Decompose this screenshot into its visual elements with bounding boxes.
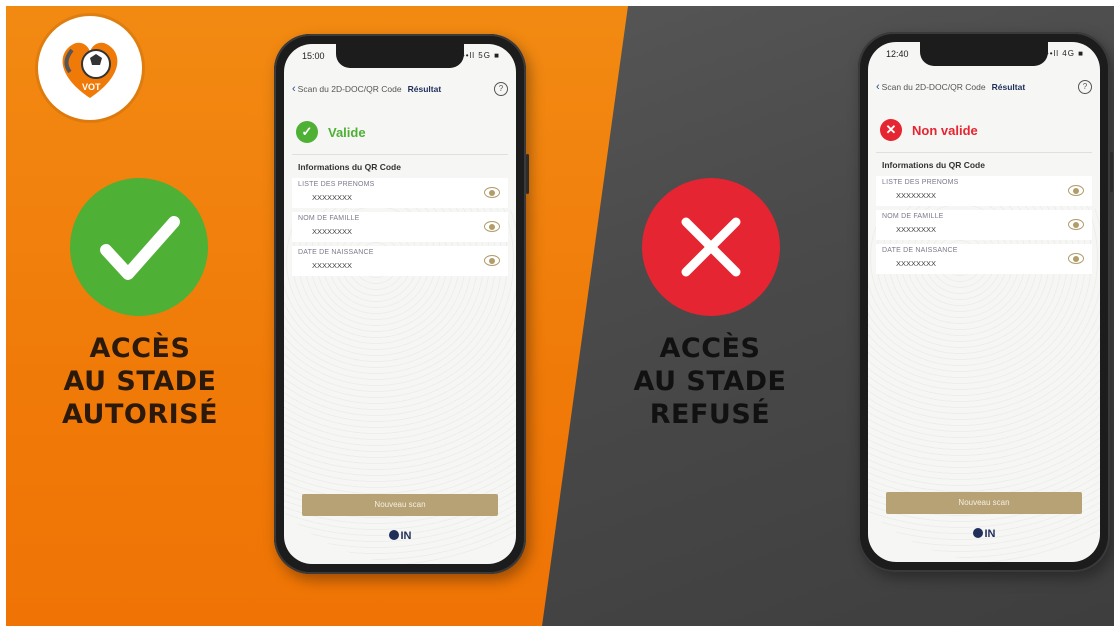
back-link[interactable]: Scan du 2D-DOC/QR Code bbox=[298, 84, 402, 94]
banner: VOT ACCÈS AU STADE AUTORISÉ ACCÈS AU STA… bbox=[6, 6, 1114, 626]
caption-line: AUTORISÉ bbox=[61, 399, 219, 430]
help-icon[interactable]: ? bbox=[494, 82, 508, 96]
clock: 12:40 bbox=[886, 49, 909, 59]
caption-line: AU STADE bbox=[633, 366, 787, 397]
status-bar: 15:00 ••ll 5G ■ bbox=[302, 51, 500, 61]
new-scan-button[interactable]: Nouveau scan bbox=[302, 494, 498, 516]
clock: 15:00 bbox=[302, 51, 325, 61]
field-value: XXXXXXXX bbox=[312, 227, 353, 236]
eye-icon[interactable] bbox=[484, 255, 500, 266]
field-label: NOM DE FAMILLE bbox=[882, 213, 944, 220]
close-icon bbox=[681, 217, 741, 277]
power-button bbox=[526, 154, 529, 194]
status-bar: 12:40 ••ll 4G ■ bbox=[886, 49, 1084, 59]
chevron-left-icon[interactable]: ‹ bbox=[876, 81, 880, 93]
field-first-names: LISTE DES PRENOMS XXXXXXXX bbox=[876, 176, 1092, 206]
field-label: DATE DE NAISSANCE bbox=[298, 249, 374, 256]
field-value: XXXXXXXX bbox=[312, 261, 353, 270]
field-birth-date: DATE DE NAISSANCE XXXXXXXX bbox=[876, 244, 1092, 274]
phone-screen: 15:00 ••ll 5G ■ ‹ Scan du 2D-DOC/QR Code… bbox=[284, 44, 516, 564]
back-link[interactable]: Scan du 2D-DOC/QR Code bbox=[882, 82, 986, 92]
signal-indicators: ••ll 4G ■ bbox=[1045, 49, 1084, 58]
caption-line: ACCÈS bbox=[659, 333, 761, 364]
field-value: XXXXXXXX bbox=[896, 225, 937, 234]
eye-icon[interactable] bbox=[484, 187, 500, 198]
eye-icon[interactable] bbox=[1068, 185, 1084, 196]
status-label: Non valide bbox=[912, 122, 978, 138]
brand-dot-icon bbox=[388, 530, 399, 540]
caption-line: ACCÈS bbox=[89, 333, 191, 364]
phone-invalid: 12:40 ••ll 4G ■ ‹ Scan du 2D-DOC/QR Code… bbox=[858, 32, 1113, 572]
brand-logo: IN bbox=[868, 528, 1100, 540]
page-title: Résultat bbox=[991, 82, 1026, 92]
section-title: Informations du QR Code bbox=[882, 160, 985, 170]
logo: VOT bbox=[38, 16, 142, 120]
access-granted-badge bbox=[70, 178, 208, 316]
phone-valid: 15:00 ••ll 5G ■ ‹ Scan du 2D-DOC/QR Code… bbox=[274, 34, 529, 574]
field-last-name: NOM DE FAMILLE XXXXXXXX bbox=[292, 212, 508, 242]
brand-dot-icon bbox=[972, 528, 983, 538]
field-label: DATE DE NAISSANCE bbox=[882, 247, 958, 254]
brand-text: IN bbox=[400, 530, 412, 542]
eye-icon[interactable] bbox=[484, 221, 500, 232]
x-circle-icon: ✕ bbox=[880, 119, 902, 141]
field-value: XXXXXXXX bbox=[896, 191, 937, 200]
field-birth-date: DATE DE NAISSANCE XXXXXXXX bbox=[292, 246, 508, 276]
brand-text: IN bbox=[984, 528, 996, 540]
football-heart-logo-icon: VOT bbox=[62, 42, 118, 98]
field-label: NOM DE FAMILLE bbox=[298, 215, 360, 222]
caption-line: AU STADE bbox=[63, 366, 217, 397]
result-status: ✓ Valide bbox=[292, 110, 508, 155]
check-icon bbox=[100, 216, 180, 280]
caption-line: REFUSÉ bbox=[649, 399, 771, 430]
field-label: LISTE DES PRENOMS bbox=[882, 179, 959, 186]
help-icon[interactable]: ? bbox=[1078, 80, 1092, 94]
brand-logo: IN bbox=[284, 530, 516, 542]
check-circle-icon: ✓ bbox=[296, 121, 318, 143]
access-denied-badge bbox=[642, 178, 780, 316]
result-status: ✕ Non valide bbox=[876, 108, 1092, 153]
phone-screen: 12:40 ••ll 4G ■ ‹ Scan du 2D-DOC/QR Code… bbox=[868, 42, 1100, 562]
eye-icon[interactable] bbox=[1068, 253, 1084, 264]
eye-icon[interactable] bbox=[1068, 219, 1084, 230]
nav-bar: ‹ Scan du 2D-DOC/QR Code Résultat ? bbox=[868, 76, 1100, 98]
section-title: Informations du QR Code bbox=[298, 162, 401, 172]
page-title: Résultat bbox=[407, 84, 442, 94]
access-granted-caption: ACCÈS AU STADE AUTORISÉ bbox=[54, 332, 226, 431]
power-button bbox=[1110, 152, 1113, 192]
field-label: LISTE DES PRENOMS bbox=[298, 181, 375, 188]
nav-bar: ‹ Scan du 2D-DOC/QR Code Résultat ? bbox=[284, 78, 516, 100]
chevron-left-icon[interactable]: ‹ bbox=[292, 83, 296, 95]
field-first-names: LISTE DES PRENOMS XXXXXXXX bbox=[292, 178, 508, 208]
access-denied-caption: ACCÈS AU STADE REFUSÉ bbox=[624, 332, 796, 431]
field-last-name: NOM DE FAMILLE XXXXXXXX bbox=[876, 210, 1092, 240]
field-value: XXXXXXXX bbox=[896, 259, 937, 268]
new-scan-button[interactable]: Nouveau scan bbox=[886, 492, 1082, 514]
logo-text: VOT bbox=[82, 82, 101, 92]
status-label: Valide bbox=[328, 124, 366, 140]
signal-indicators: ••ll 5G ■ bbox=[461, 51, 500, 60]
field-value: XXXXXXXX bbox=[312, 193, 353, 202]
